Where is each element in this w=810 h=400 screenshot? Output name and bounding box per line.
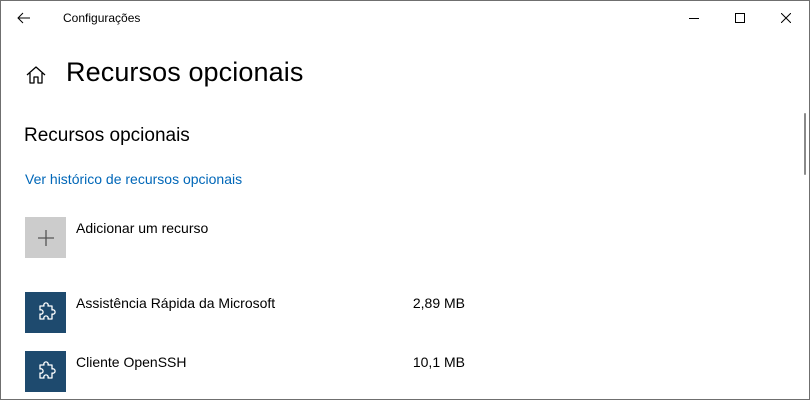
puzzle-piece-icon bbox=[38, 301, 56, 320]
feature-name: Assistência Rápida da Microsoft bbox=[76, 295, 276, 311]
feature-item-quick-assist[interactable]: Assistência Rápida da Microsoft 2,89 MB bbox=[25, 292, 465, 334]
feature-size: 10,1 MB bbox=[412, 354, 465, 370]
minimize-icon bbox=[689, 18, 699, 19]
plus-icon bbox=[37, 229, 54, 246]
feature-tile bbox=[25, 292, 66, 333]
close-button[interactable] bbox=[763, 1, 809, 35]
feature-size: 2,89 MB bbox=[412, 295, 465, 311]
add-feature-tile bbox=[25, 217, 66, 258]
maximize-button[interactable] bbox=[717, 1, 763, 35]
feature-name: Cliente OpenSSH bbox=[76, 354, 187, 370]
home-button[interactable] bbox=[25, 64, 47, 86]
add-feature-label: Adicionar um recurso bbox=[76, 220, 209, 236]
add-feature-button[interactable]: Adicionar um recurso bbox=[25, 217, 325, 259]
close-icon bbox=[781, 13, 791, 23]
puzzle-piece-icon bbox=[38, 360, 56, 379]
back-button[interactable] bbox=[1, 1, 47, 35]
scrollbar-thumb[interactable] bbox=[804, 113, 806, 175]
minimize-button[interactable] bbox=[671, 1, 717, 35]
back-arrow-icon bbox=[17, 12, 30, 24]
section-title: Recursos opcionais bbox=[24, 125, 190, 146]
optional-features-history-link[interactable]: Ver histórico de recursos opcionais bbox=[25, 171, 242, 187]
settings-window: Configurações Recursos opcionais Recurso… bbox=[0, 0, 810, 400]
feature-tile bbox=[25, 351, 66, 392]
page-title: Recursos opcionais bbox=[66, 57, 304, 87]
maximize-icon bbox=[735, 13, 745, 23]
feature-item-openssh-client[interactable]: Cliente OpenSSH 10,1 MB bbox=[25, 351, 465, 393]
home-icon bbox=[26, 66, 46, 84]
title-bar[interactable]: Configurações bbox=[1, 1, 809, 35]
window-title: Configurações bbox=[63, 11, 141, 25]
